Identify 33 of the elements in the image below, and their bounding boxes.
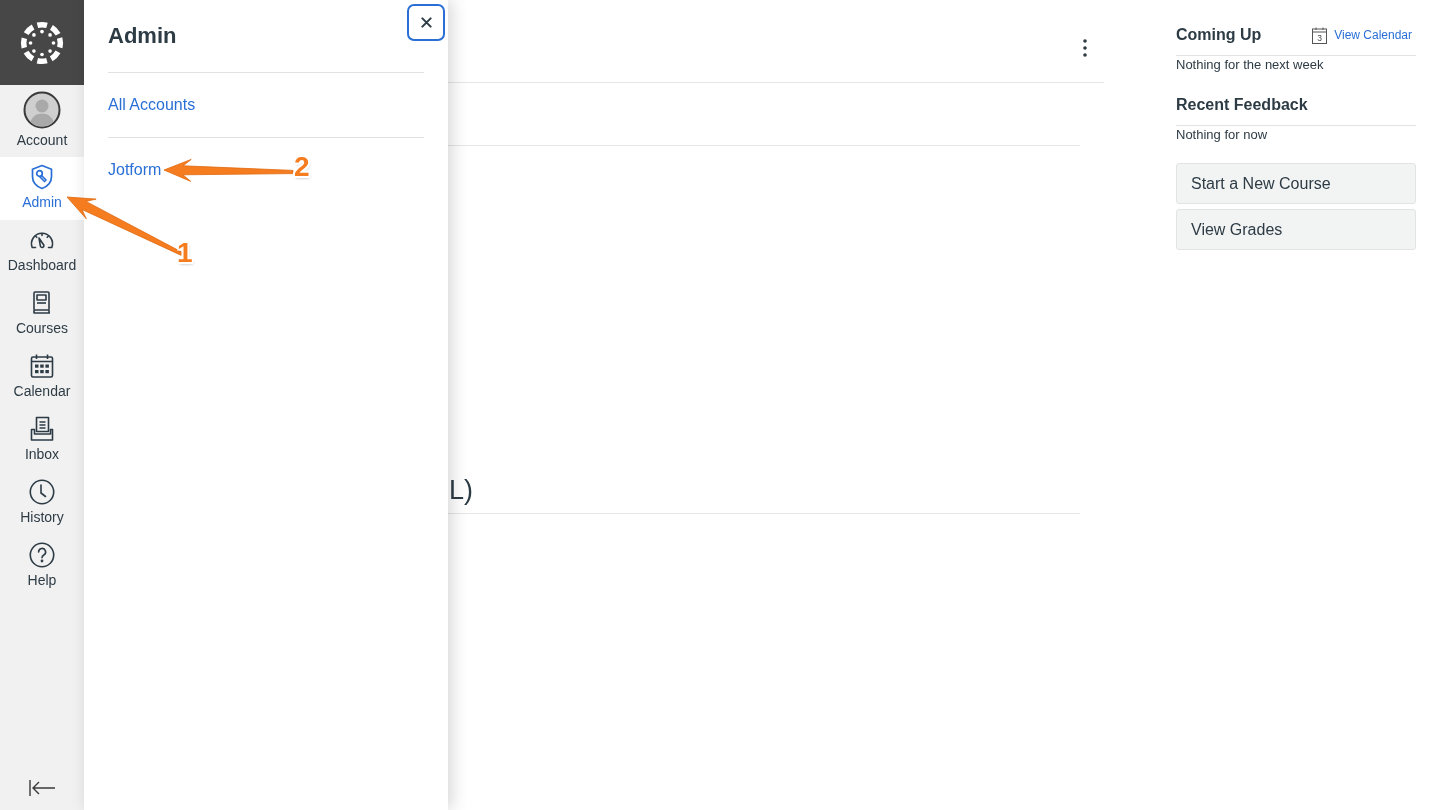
annotation-number: 1 — [177, 237, 193, 269]
nav-item[interactable]: Account — [0, 85, 84, 157]
heading-fragment: L) — [448, 474, 473, 507]
nav-item[interactable]: Help — [0, 535, 84, 598]
close-button[interactable] — [407, 4, 445, 41]
user-avatar-icon — [23, 91, 61, 129]
close-icon — [420, 17, 432, 28]
annotation-number: 2 — [294, 151, 310, 183]
clock-icon — [29, 479, 55, 505]
nav-item[interactable]: Inbox — [0, 409, 84, 472]
help-icon — [29, 542, 55, 568]
nav-item[interactable]: Calendar — [0, 346, 84, 409]
nav-item[interactable]: Courses — [0, 283, 84, 346]
nav-item[interactable]: Dashboard — [0, 220, 84, 283]
account-link[interactable]: Jotform — [108, 160, 162, 180]
tray-title: Admin — [108, 22, 177, 50]
sidebar-button[interactable]: View Grades — [1176, 209, 1416, 250]
inbox-icon — [29, 416, 55, 442]
view-calendar-link[interactable]: 3 View Calendar — [1312, 26, 1412, 44]
calendar-icon — [29, 353, 55, 379]
collapse-icon[interactable] — [28, 779, 56, 797]
logo-icon[interactable] — [20, 20, 64, 65]
empty-message: Nothing for now — [1176, 126, 1269, 144]
empty-message: Nothing for the next week — [1176, 56, 1325, 74]
nav-item[interactable]: Admin — [0, 157, 84, 220]
nav-item[interactable]: History — [0, 472, 84, 535]
coming-up-heading: Coming Up — [1176, 25, 1262, 45]
shield-wrench-icon — [29, 164, 55, 190]
sidebar-button[interactable]: Start a New Course — [1176, 163, 1416, 204]
more-options-icon[interactable] — [1083, 39, 1087, 57]
recent-feedback-heading: Recent Feedback — [1176, 95, 1308, 115]
calendar-icon: 3 — [1312, 26, 1328, 44]
account-link[interactable]: All Accounts — [108, 95, 196, 115]
